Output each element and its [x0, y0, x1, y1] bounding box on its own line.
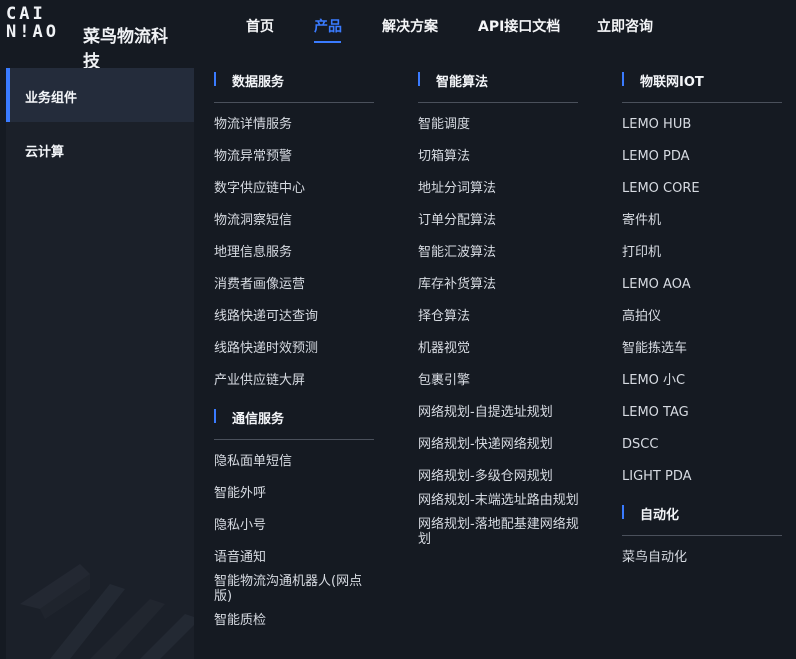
- menu-item[interactable]: 产业供应链大屏: [214, 373, 376, 388]
- section-title: 物联网IOT: [640, 75, 704, 90]
- menu-item[interactable]: 物流异常预警: [214, 149, 376, 164]
- menu-item[interactable]: 打印机: [622, 245, 784, 260]
- menu-item[interactable]: 网络规划-多级仓网规划: [418, 469, 580, 484]
- menu-item[interactable]: 智能质检: [214, 613, 376, 628]
- nav-home[interactable]: 首页: [246, 16, 274, 36]
- menu-item[interactable]: LEMO HUB: [622, 117, 784, 132]
- menu-item[interactable]: 物流详情服务: [214, 117, 376, 132]
- menu-item[interactable]: DSCC: [622, 437, 784, 452]
- nav-solutions[interactable]: 解决方案: [382, 16, 438, 36]
- sidebar-item-cloud-computing[interactable]: 云计算: [6, 122, 194, 176]
- column-iot-and-automation: 物联网IOT LEMO HUB LEMO PDA LEMO CORE 寄件机 打…: [622, 68, 784, 582]
- menu-item[interactable]: 地理信息服务: [214, 245, 376, 260]
- menu-item[interactable]: 高拍仪: [622, 309, 784, 324]
- menu-item[interactable]: 隐私面单短信: [214, 454, 376, 469]
- menu-item[interactable]: 库存补货算法: [418, 277, 580, 292]
- sidebar-item-business-components[interactable]: 业务组件: [6, 68, 194, 122]
- nav-active-indicator: [314, 41, 341, 43]
- data-service-list: 物流详情服务 物流异常预警 数字供应链中心 物流洞察短信 地理信息服务 消费者画…: [214, 117, 376, 388]
- menu-item[interactable]: 物流洞察短信: [214, 213, 376, 228]
- nav-consult[interactable]: 立即咨询: [597, 16, 653, 36]
- category-sidebar: 业务组件 云计算: [6, 68, 194, 659]
- menu-item[interactable]: 智能物流沟通机器人(网点版): [214, 574, 379, 604]
- menu-item[interactable]: 网络规划-快递网络规划: [418, 437, 580, 452]
- section-header-comm-service: 通信服务: [214, 405, 376, 440]
- top-header: CAI N!AO 菜鸟物流科技 首页 产品 解决方案 API接口文档 立即咨询: [0, 0, 796, 72]
- menu-item[interactable]: 机器视觉: [418, 341, 580, 356]
- menu-item[interactable]: LEMO AOA: [622, 277, 784, 292]
- menu-item[interactable]: 地址分词算法: [418, 181, 580, 196]
- smart-algo-list: 智能调度 切箱算法 地址分词算法 订单分配算法 智能汇波算法 库存补货算法 择仓…: [418, 117, 580, 547]
- decorative-graphic: [20, 564, 194, 659]
- nav-api-docs[interactable]: API接口文档: [478, 16, 560, 36]
- menu-item[interactable]: 消费者画像运营: [214, 277, 376, 292]
- menu-item[interactable]: LEMO TAG: [622, 405, 784, 420]
- logo-chinese-name: 菜鸟物流科技: [83, 27, 168, 72]
- menu-item[interactable]: 隐私小号: [214, 518, 376, 533]
- menu-item[interactable]: 订单分配算法: [418, 213, 580, 228]
- menu-item[interactable]: 网络规划-落地配基建网络规划: [418, 517, 580, 547]
- section-accent-bar: [622, 505, 624, 519]
- automation-list: 菜鸟自动化: [622, 550, 784, 565]
- menu-item[interactable]: 网络规划-末端选址路由规划: [418, 493, 580, 508]
- section-header-data-service: 数据服务: [214, 68, 376, 103]
- menu-item[interactable]: 包裹引擎: [418, 373, 580, 388]
- iot-list: LEMO HUB LEMO PDA LEMO CORE 寄件机 打印机 LEMO…: [622, 117, 784, 484]
- menu-item[interactable]: 线路快递可达查询: [214, 309, 376, 324]
- menu-item[interactable]: 语音通知: [214, 550, 376, 565]
- menu-item[interactable]: 线路快递时效预测: [214, 341, 376, 356]
- section-title: 智能算法: [436, 75, 489, 90]
- menu-item[interactable]: 智能调度: [418, 117, 580, 132]
- section-divider: [214, 439, 374, 440]
- section-accent-bar: [418, 72, 420, 86]
- section-header-iot: 物联网IOT: [622, 68, 784, 103]
- logo-wordmark: CAI N!AO: [6, 4, 59, 42]
- menu-item[interactable]: 智能汇波算法: [418, 245, 580, 260]
- section-header-smart-algo: 智能算法: [418, 68, 580, 103]
- column-data-and-comm: 数据服务 物流详情服务 物流异常预警 数字供应链中心 物流洞察短信 地理信息服务…: [214, 68, 376, 645]
- menu-item[interactable]: LIGHT PDA: [622, 469, 784, 484]
- menu-item[interactable]: LEMO PDA: [622, 149, 784, 164]
- menu-item[interactable]: LEMO CORE: [622, 181, 784, 196]
- section-accent-bar: [214, 72, 216, 86]
- sidebar-item-label: 云计算: [25, 145, 65, 160]
- comm-service-list: 隐私面单短信 智能外呼 隐私小号 语音通知 智能物流沟通机器人(网点版) 智能质…: [214, 454, 376, 628]
- column-smart-algorithms: 智能算法 智能调度 切箱算法 地址分词算法 订单分配算法 智能汇波算法 库存补货…: [418, 68, 580, 556]
- menu-item[interactable]: 切箱算法: [418, 149, 580, 164]
- section-title: 自动化: [640, 508, 680, 523]
- menu-item[interactable]: 菜鸟自动化: [622, 550, 784, 565]
- brand-logo[interactable]: CAI N!AO 菜鸟物流科技: [6, 4, 176, 72]
- section-divider: [622, 102, 782, 103]
- section-accent-bar: [214, 409, 216, 423]
- menu-item[interactable]: 网络规划-自提选址规划: [418, 405, 580, 420]
- section-divider: [622, 535, 782, 536]
- menu-item[interactable]: 寄件机: [622, 213, 784, 228]
- sidebar-item-label: 业务组件: [25, 91, 78, 106]
- menu-item[interactable]: 智能拣选车: [622, 341, 784, 356]
- section-header-automation: 自动化: [622, 501, 784, 536]
- menu-item[interactable]: 智能外呼: [214, 486, 376, 501]
- section-title: 通信服务: [232, 412, 285, 427]
- menu-item[interactable]: 择仓算法: [418, 309, 580, 324]
- nav-products[interactable]: 产品: [314, 16, 342, 36]
- section-accent-bar: [622, 72, 624, 86]
- section-title: 数据服务: [232, 75, 285, 90]
- menu-item[interactable]: 数字供应链中心: [214, 181, 376, 196]
- section-divider: [418, 102, 578, 103]
- section-divider: [214, 102, 374, 103]
- menu-item[interactable]: LEMO 小C: [622, 373, 784, 388]
